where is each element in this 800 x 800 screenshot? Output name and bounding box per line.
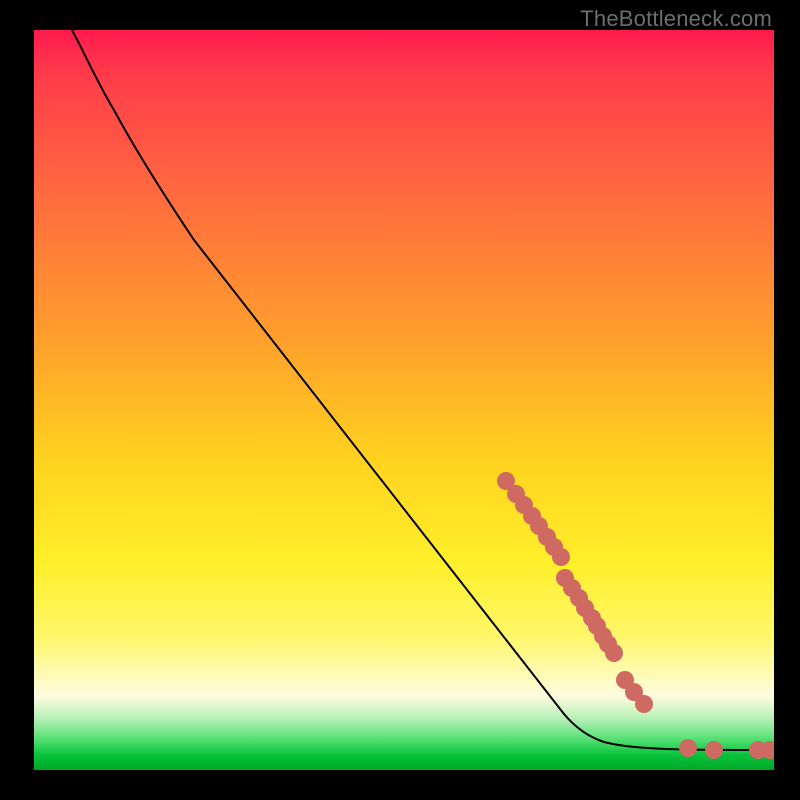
marker-dot (635, 695, 653, 713)
marker-dot (552, 548, 570, 566)
marker-dot (679, 739, 697, 757)
marker-dot (605, 644, 623, 662)
marker-group (497, 472, 774, 759)
chart-frame: TheBottleneck.com (0, 0, 800, 800)
plot-area (34, 30, 774, 770)
curve-line (72, 30, 774, 750)
watermark-text: TheBottleneck.com (580, 6, 772, 32)
marker-dot (705, 741, 723, 759)
chart-overlay (34, 30, 774, 770)
